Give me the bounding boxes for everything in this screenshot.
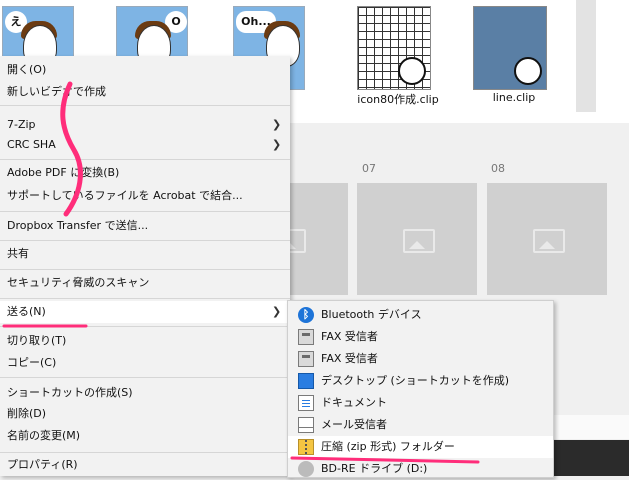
- clip-studio-icon: [514, 57, 542, 85]
- menu-separator: [0, 269, 290, 270]
- image-icon: [403, 229, 435, 253]
- fax-icon: [298, 329, 314, 345]
- menu-item-create-shortcut[interactable]: ショートカットの作成(S): [0, 382, 290, 404]
- group-number: 07: [362, 162, 376, 175]
- image-icon: [533, 229, 565, 253]
- image-placeholder[interactable]: [357, 183, 477, 295]
- menu-separator: [0, 159, 290, 160]
- chevron-right-icon: ❯: [272, 118, 282, 131]
- scrollbar[interactable]: [576, 0, 596, 112]
- menu-separator: [0, 377, 290, 378]
- menu-item-new-video[interactable]: 新しいビデオで作成: [0, 81, 290, 103]
- submenu-item-fax[interactable]: FAX 受信者: [288, 348, 553, 370]
- submenu-item-bluetooth[interactable]: ᛒ Bluetooth デバイス: [288, 304, 553, 326]
- menu-item-delete[interactable]: 削除(D): [0, 403, 290, 425]
- submenu-item-mail[interactable]: メール受信者: [288, 414, 553, 436]
- bd-drive-icon: [298, 461, 314, 477]
- submenu-item-zip-folder[interactable]: 圧縮 (zip 形式) フォルダー: [288, 436, 553, 458]
- menu-item-acrobat-combine[interactable]: サポートしているファイルを Acrobat で結合...: [0, 185, 290, 207]
- group-number: 08: [491, 162, 505, 175]
- clip-studio-icon: [398, 57, 426, 85]
- taskbar-fragment: [552, 440, 629, 476]
- submenu-item-desktop[interactable]: デスクトップ (ショートカットを作成): [288, 370, 553, 392]
- menu-separator: [0, 452, 290, 453]
- menu-item-open[interactable]: 開く(O): [0, 59, 290, 81]
- menu-item-adobe-pdf[interactable]: Adobe PDF に変換(B): [0, 162, 290, 184]
- image-placeholder[interactable]: [487, 183, 607, 295]
- menu-separator: [0, 211, 290, 212]
- submenu-item-label: メール受信者: [321, 418, 387, 431]
- menu-separator: [0, 240, 290, 241]
- menu-item-rename[interactable]: 名前の変更(M): [0, 425, 290, 447]
- window-edge: [552, 415, 629, 439]
- chevron-right-icon: ❯: [272, 138, 282, 151]
- menu-item-copy[interactable]: コピー(C): [0, 352, 290, 374]
- menu-item-7zip[interactable]: 7-Zip: [0, 114, 290, 136]
- send-to-submenu: ᛒ Bluetooth デバイス FAX 受信者 FAX 受信者 デスクトップ …: [287, 300, 554, 478]
- submenu-item-label: ドキュメント: [321, 396, 387, 409]
- submenu-item-label: BD-RE ドライブ (D:): [321, 462, 428, 475]
- desktop-icon: [298, 373, 314, 389]
- document-icon: [298, 395, 314, 411]
- menu-item-crc-sha[interactable]: CRC SHA: [0, 134, 290, 156]
- submenu-item-bd-drive[interactable]: BD-RE ドライブ (D:): [288, 458, 553, 480]
- file-name-label: icon80作成.clip: [357, 93, 439, 106]
- submenu-item-documents[interactable]: ドキュメント: [288, 392, 553, 414]
- submenu-item-label: 圧縮 (zip 形式) フォルダー: [321, 440, 455, 453]
- menu-item-cut[interactable]: 切り取り(T): [0, 330, 290, 352]
- mail-icon: [298, 417, 314, 433]
- menu-item-security-scan[interactable]: セキュリティ脅威のスキャン: [0, 272, 290, 294]
- submenu-item-fax[interactable]: FAX 受信者: [288, 326, 553, 348]
- menu-item-share[interactable]: 共有: [0, 243, 290, 265]
- chevron-right-icon: ❯: [272, 305, 282, 318]
- menu-item-properties[interactable]: プロパティ(R): [0, 454, 290, 476]
- menu-separator: [0, 298, 290, 299]
- submenu-item-label: FAX 受信者: [321, 352, 378, 365]
- file-name-label: line.clip: [492, 91, 536, 104]
- clip-file-icon[interactable]: [473, 6, 547, 90]
- menu-item-dropbox-transfer[interactable]: Dropbox Transfer で送信...: [0, 215, 290, 237]
- context-menu: 開く(O) 新しいビデオで作成 7-Zip ❯ CRC SHA ❯ Adobe …: [0, 56, 290, 476]
- bluetooth-icon: ᛒ: [298, 307, 314, 323]
- menu-separator: [0, 105, 290, 106]
- menu-separator: [0, 326, 290, 327]
- menu-item-send-to[interactable]: 送る(N): [0, 301, 290, 323]
- submenu-item-label: Bluetooth デバイス: [321, 308, 422, 321]
- clip-file-icon[interactable]: [357, 6, 431, 90]
- fax-icon: [298, 351, 314, 367]
- submenu-item-label: FAX 受信者: [321, 330, 378, 343]
- zip-folder-icon: [298, 439, 314, 455]
- submenu-item-label: デスクトップ (ショートカットを作成): [321, 374, 510, 387]
